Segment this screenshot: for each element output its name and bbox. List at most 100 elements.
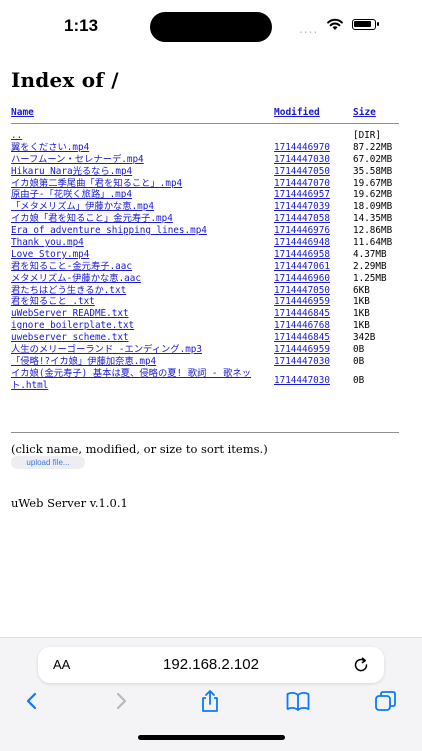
file-name-link[interactable]: メタメリズム-伊藤かな恵.aac bbox=[11, 273, 267, 285]
file-row: イカ娘(金元寿子) 基本は夏、侵略の夏! 歌詞 - 歌ネット.html 17144… bbox=[0, 368, 422, 394]
file-size: 4.37MB bbox=[353, 248, 387, 260]
file-modified-link[interactable]: 1714447030 bbox=[274, 356, 330, 368]
file-name-link[interactable]: ハーフムーン・セレナーデ.mp4 bbox=[11, 154, 267, 166]
file-name-link[interactable]: Era of adventure shipping lines.mp4 bbox=[11, 225, 267, 237]
status-bar: 1:13 .... bbox=[0, 0, 422, 54]
file-name-link[interactable]: Love Story.mp4 bbox=[11, 249, 267, 261]
file-name-link[interactable]: 君を知ること-金元寿子.aac bbox=[11, 261, 267, 273]
back-icon[interactable] bbox=[19, 688, 45, 714]
file-size: 0B bbox=[353, 355, 365, 367]
file-row: メタメリズム-伊藤かな恵.aac 1714446960 1.25MB bbox=[0, 273, 422, 285]
file-name-link[interactable]: .. bbox=[11, 130, 267, 142]
page-title: Index of / bbox=[11, 68, 119, 92]
file-name-link[interactable]: イカ娘第二季尾曲「君を知ること」.mp4 bbox=[11, 178, 267, 190]
file-modified-link[interactable]: 1714446957 bbox=[274, 189, 330, 201]
share-icon[interactable] bbox=[197, 688, 223, 714]
file-modified-link[interactable]: 1714446845 bbox=[274, 308, 330, 320]
file-modified-link[interactable]: 1714447050 bbox=[274, 285, 330, 297]
file-name-link[interactable]: uwebserver scheme.txt bbox=[11, 332, 267, 344]
file-name-link[interactable]: 「メタメリズム」伊藤かな恵.mp4 bbox=[11, 201, 267, 213]
file-row: Love Story.mp4 1714446958 4.37MB bbox=[0, 249, 422, 261]
file-size: 14.35MB bbox=[353, 213, 393, 225]
file-name-link[interactable]: 翼をください.mp4 bbox=[11, 142, 267, 154]
sort-by-size-link[interactable]: Size bbox=[353, 107, 376, 118]
file-modified-link[interactable]: 1714446970 bbox=[274, 142, 330, 154]
file-modified-link[interactable]: 1714447058 bbox=[274, 213, 330, 225]
file-size: 18.09MB bbox=[353, 201, 393, 213]
file-size: 67.02MB bbox=[353, 153, 393, 165]
file-row: 君を知ること-金元寿子.aac 1714447061 2.29MB bbox=[0, 261, 422, 273]
file-name-link[interactable]: 原由子-「花咲く旅路」.mp4 bbox=[11, 189, 267, 201]
file-size: 1KB bbox=[353, 296, 370, 308]
wifi-icon bbox=[327, 18, 343, 30]
sort-by-name-link[interactable]: Name bbox=[11, 107, 34, 118]
file-size: [DIR] bbox=[353, 130, 381, 141]
file-modified-link[interactable]: 1714446958 bbox=[274, 249, 330, 261]
footer-divider bbox=[11, 432, 399, 433]
file-row: 君たちはどう生きるか.txt 1714447050 6KB bbox=[0, 285, 422, 297]
file-row: uwebserver scheme.txt 1714446845 342B bbox=[0, 332, 422, 344]
file-modified-link[interactable]: 1714446845 bbox=[274, 332, 330, 344]
file-list: .. [DIR] 翼をください.mp4 1714446970 87.22MB ハーフムーン… bbox=[0, 130, 422, 394]
file-size: 12.86MB bbox=[353, 225, 393, 237]
file-size: 19.67MB bbox=[353, 177, 393, 189]
browser-toolbar: AA 192.168.2.102 bbox=[0, 637, 422, 751]
tabs-icon[interactable] bbox=[373, 688, 399, 714]
file-modified-link[interactable]: 1714446959 bbox=[274, 296, 330, 308]
file-size: 1KB bbox=[353, 320, 370, 332]
sort-instructions: (click name, modified, or size to sort i… bbox=[11, 442, 268, 456]
address-bar[interactable]: AA 192.168.2.102 bbox=[38, 647, 384, 683]
dynamic-island bbox=[150, 12, 272, 42]
file-row: 「メタメリズム」伊藤かな恵.mp4 1714447039 18.09MB bbox=[0, 201, 422, 213]
file-size: 0B bbox=[353, 374, 365, 386]
file-row: イカ娘第二季尾曲「君を知ること」.mp4 1714447070 19.67MB bbox=[0, 178, 422, 190]
file-name-link[interactable]: Hikaru Nara光るなら.mp4 bbox=[11, 166, 267, 178]
sort-by-modified-link[interactable]: Modified bbox=[274, 107, 320, 118]
file-row: uWebServer README.txt 1714446845 1KB bbox=[0, 308, 422, 320]
file-size: 19.62MB bbox=[353, 189, 393, 201]
file-modified-link[interactable]: 1714447050 bbox=[274, 166, 330, 178]
file-modified-link[interactable]: 1714446960 bbox=[274, 273, 330, 285]
file-size: 1.25MB bbox=[353, 272, 387, 284]
file-name-link[interactable]: 君たちはどう生きるか.txt bbox=[11, 285, 267, 297]
file-name-link[interactable]: 君を知ること .txt bbox=[11, 296, 267, 308]
file-size: 342B bbox=[353, 332, 376, 344]
file-modified-link[interactable]: 1714447030 bbox=[274, 375, 330, 387]
file-name-link[interactable]: uWebServer README.txt bbox=[11, 308, 267, 320]
status-time: 1:13 bbox=[64, 16, 99, 35]
file-name-link[interactable]: 人生のメリーゴーランド -エンディング.mp3 bbox=[11, 344, 267, 356]
file-modified-link[interactable]: 1714447061 bbox=[274, 261, 330, 273]
battery-icon bbox=[352, 19, 379, 30]
header-divider bbox=[11, 123, 399, 124]
file-size: 6KB bbox=[353, 284, 370, 296]
file-row: イカ娘「君を知ること」金元寿子.mp4 1714447058 14.35MB bbox=[0, 213, 422, 225]
file-size: 2.29MB bbox=[353, 260, 387, 272]
file-size: 0B bbox=[353, 344, 365, 356]
file-modified-link[interactable]: 1714446976 bbox=[274, 225, 330, 237]
file-name-link[interactable]: イカ娘「君を知ること」金元寿子.mp4 bbox=[11, 213, 267, 225]
bookmarks-icon[interactable] bbox=[285, 688, 311, 714]
file-modified-link[interactable]: 1714447039 bbox=[274, 201, 330, 213]
file-row: Era of adventure shipping lines.mp4 17144… bbox=[0, 225, 422, 237]
file-name-link[interactable]: ignore boilerplate.txt bbox=[11, 320, 267, 332]
file-name-link[interactable]: Thank you.mp4 bbox=[11, 237, 267, 249]
reload-icon[interactable] bbox=[352, 656, 370, 674]
file-row: 人生のメリーゴーランド -エンディング.mp3 1714446959 0B bbox=[0, 344, 422, 356]
server-version: uWeb Server v.1.0.1 bbox=[11, 496, 128, 510]
file-size: 35.58MB bbox=[353, 165, 393, 177]
file-row: Thank you.mp4 1714446948 11.64MB bbox=[0, 237, 422, 249]
file-modified-link[interactable]: 1714446948 bbox=[274, 237, 330, 249]
url-text[interactable]: 192.168.2.102 bbox=[38, 656, 384, 673]
file-name-link[interactable]: イカ娘(金元寿子) 基本は夏、侵略の夏! 歌詞 - 歌ネット.html bbox=[11, 368, 267, 393]
file-row: 君を知ること .txt 1714446959 1KB bbox=[0, 296, 422, 308]
file-row: ignore boilerplate.txt 1714446768 1KB bbox=[0, 320, 422, 332]
file-modified-link[interactable]: 1714446959 bbox=[274, 344, 330, 356]
file-row: 原由子-「花咲く旅路」.mp4 1714446957 19.62MB bbox=[0, 189, 422, 201]
file-modified-link[interactable]: 1714446768 bbox=[274, 320, 330, 332]
file-name-link[interactable]: 「侵略!?イカ娘」伊藤加奈恵.mp4 bbox=[11, 356, 267, 368]
signal-dots: .... bbox=[299, 22, 319, 36]
file-modified-link[interactable]: 1714447030 bbox=[274, 154, 330, 166]
forward-icon[interactable] bbox=[108, 688, 134, 714]
upload-file-button[interactable]: upload file... bbox=[11, 456, 85, 469]
file-modified-link[interactable]: 1714447070 bbox=[274, 178, 330, 190]
